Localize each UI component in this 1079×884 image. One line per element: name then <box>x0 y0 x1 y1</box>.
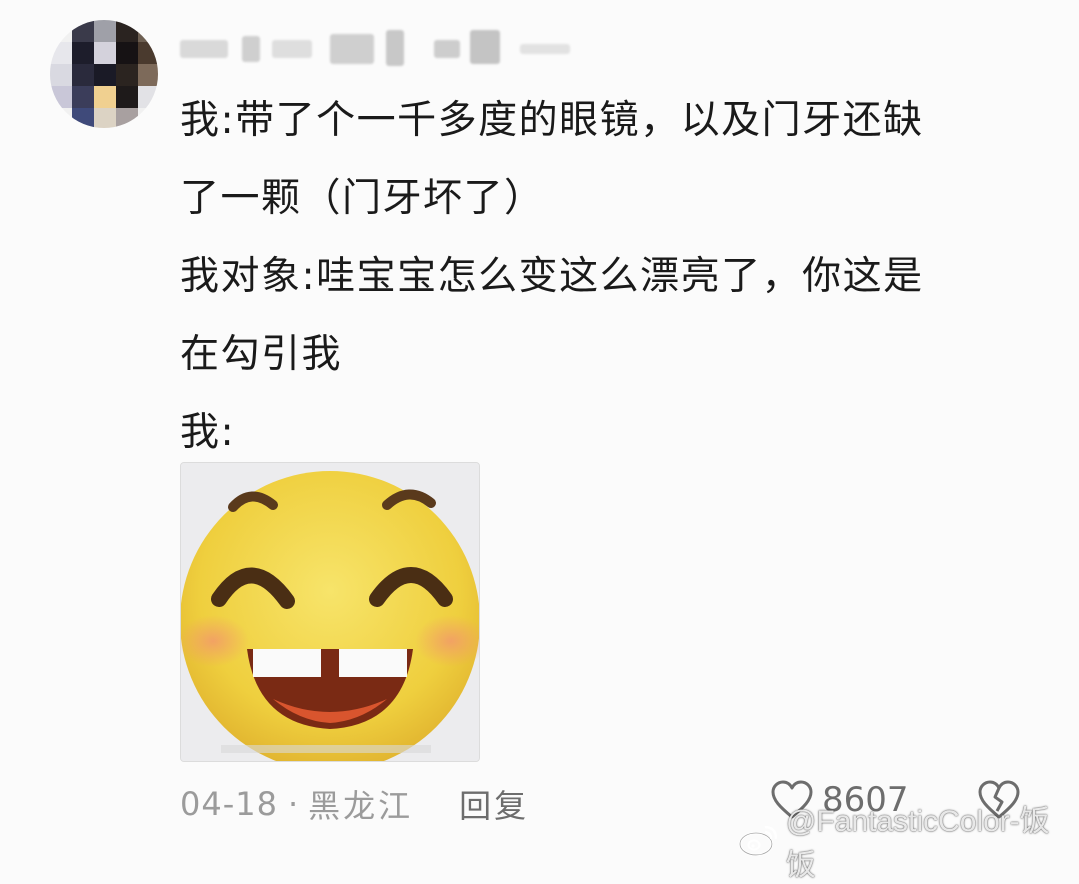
comment-content: 我:带了个一千多度的眼镜，以及门牙还缺 了一颗（门牙坏了） 我对象:哇宝宝怎么变… <box>180 82 1030 472</box>
reply-button[interactable]: 回复 <box>459 781 529 827</box>
meta-separator: · <box>287 785 299 823</box>
laughing-face-sticker-icon <box>181 463 479 761</box>
comment-date: 04-18 <box>180 785 278 823</box>
comment-line: 在勾引我 <box>180 332 343 377</box>
comment-card: 我:带了个一千多度的眼镜，以及门牙还缺 了一颗（门牙坏了） 我对象:哇宝宝怎么变… <box>0 0 1079 882</box>
weibo-logo-icon <box>738 825 778 857</box>
comment-line: 了一颗（门牙坏了） <box>180 176 545 221</box>
watermark: @FantasticColor-饭饭 <box>738 796 1079 884</box>
avatar[interactable] <box>50 20 158 128</box>
watermark-text: @FantasticColor-饭饭 <box>785 805 1050 882</box>
comment-line: 我: <box>180 410 236 455</box>
sticker-image[interactable] <box>180 462 480 762</box>
comment-line: 我:带了个一千多度的眼镜，以及门牙还缺 <box>180 98 924 143</box>
comment-meta: 04-18 · 黑龙江 回复 <box>180 782 529 826</box>
comment-region: 黑龙江 <box>308 787 414 825</box>
username[interactable] <box>180 26 580 70</box>
comment-line: 我对象:哇宝宝怎么变这么漂亮了，你这是 <box>180 254 924 299</box>
